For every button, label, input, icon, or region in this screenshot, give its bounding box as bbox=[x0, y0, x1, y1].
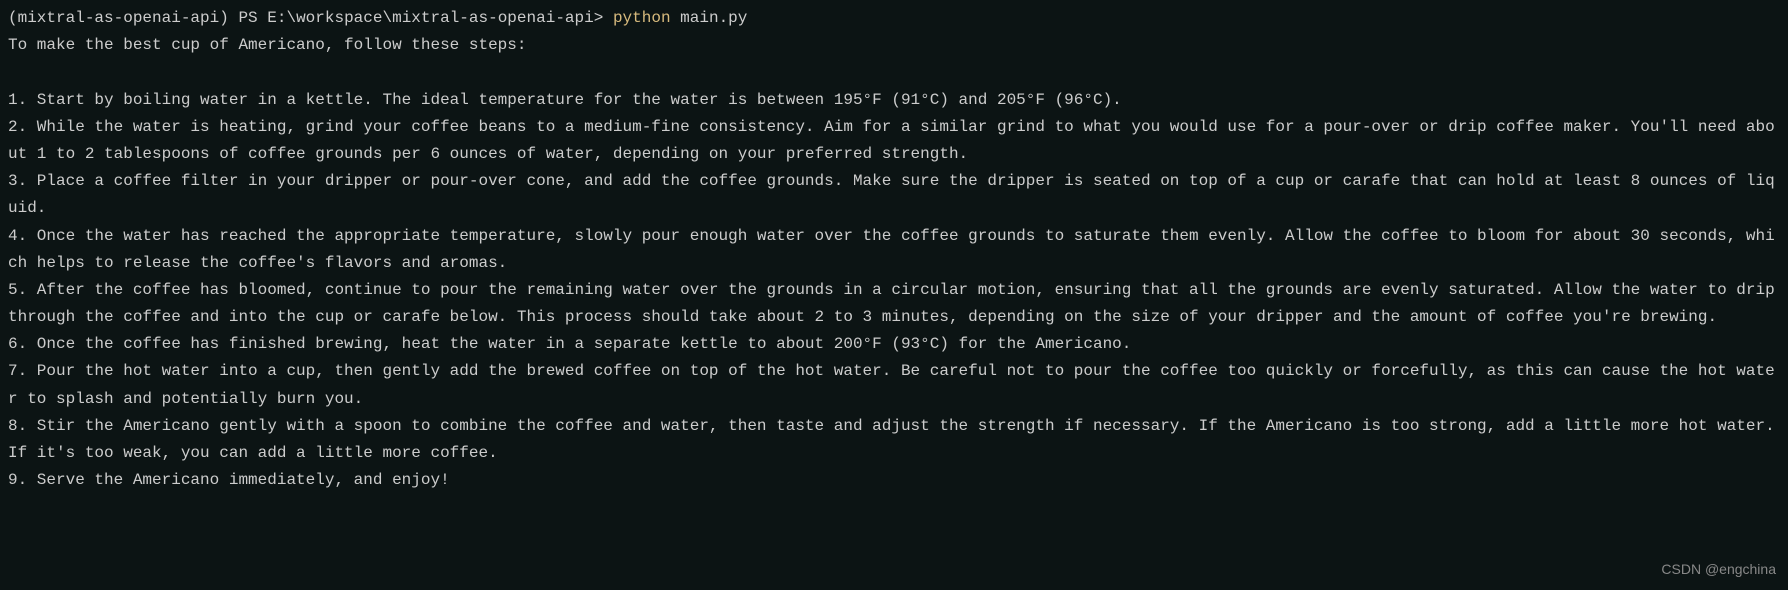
terminal-output[interactable]: (mixtral-as-openai-api) PS E:\workspace\… bbox=[8, 5, 1780, 494]
command-arg: main.py bbox=[680, 9, 747, 27]
watermark: CSDN @engchina bbox=[1661, 558, 1776, 582]
prompt-line: (mixtral-as-openai-api) PS E:\workspace\… bbox=[8, 5, 1780, 32]
output-step: 2. While the water is heating, grind you… bbox=[8, 114, 1780, 168]
env-name: (mixtral-as-openai-api) bbox=[8, 9, 229, 27]
path: E:\workspace\mixtral-as-openai-api> bbox=[267, 9, 603, 27]
output-blank bbox=[8, 59, 1780, 86]
output-intro: To make the best cup of Americano, follo… bbox=[8, 32, 1780, 59]
output-step: 4. Once the water has reached the approp… bbox=[8, 223, 1780, 277]
output-step: 8. Stir the Americano gently with a spoo… bbox=[8, 413, 1780, 467]
output-step: 6. Once the coffee has finished brewing,… bbox=[8, 331, 1780, 358]
output-step: 5. After the coffee has bloomed, continu… bbox=[8, 277, 1780, 331]
output-step: 7. Pour the hot water into a cup, then g… bbox=[8, 358, 1780, 412]
command: python bbox=[613, 9, 671, 27]
output-step: 1. Start by boiling water in a kettle. T… bbox=[8, 87, 1780, 114]
output-step: 3. Place a coffee filter in your dripper… bbox=[8, 168, 1780, 222]
output-step: 9. Serve the Americano immediately, and … bbox=[8, 467, 1780, 494]
shell-name: PS bbox=[238, 9, 257, 27]
